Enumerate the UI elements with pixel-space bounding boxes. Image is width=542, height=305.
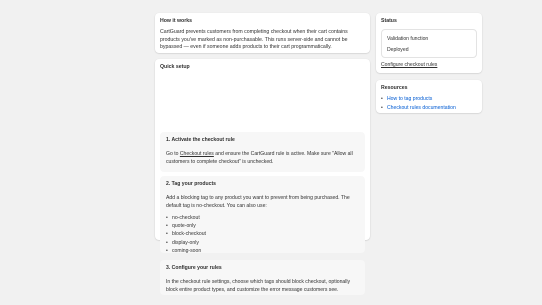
quick-setup-title: Quick setup xyxy=(160,64,190,70)
tag-list-item: coming-soon xyxy=(166,248,359,256)
status-box: Validation function Deployed xyxy=(381,29,477,59)
step-title: 2. Tag your products xyxy=(166,181,216,187)
step-text-before: Go to xyxy=(166,151,180,158)
how-it-works-title: How it works xyxy=(160,18,192,24)
setup-step-tag-products: 2. Tag your products Add a blocking tag … xyxy=(160,176,365,256)
step-title: 1. Activate the checkout rule xyxy=(166,137,235,143)
step-title: 3. Configure your rules xyxy=(166,265,222,271)
tag-list-item: no-checkout xyxy=(166,215,359,223)
step-body: Go to Checkout rules and ensure the Cart… xyxy=(166,151,359,166)
setup-step-activate: 1. Activate the checkout rule Go to Chec… xyxy=(160,132,365,172)
resources-list-item: Checkout rules documentation xyxy=(381,104,477,112)
resources-list-item: How to tag products xyxy=(381,95,477,103)
tag-list: no-checkout quote-only block-checkout di… xyxy=(166,215,359,257)
checkout-rules-docs-link[interactable]: Checkout rules documentation xyxy=(387,105,456,111)
tag-list-item: quote-only xyxy=(166,223,359,231)
checkout-rules-link[interactable]: Checkout rules xyxy=(180,151,214,157)
step-body: Add a blocking tag to any product you wa… xyxy=(166,195,350,209)
resources-list: How to tag products Checkout rules docum… xyxy=(381,95,477,111)
deployment-status: Deployed xyxy=(387,46,409,53)
status-card: Status Validation function Deployed Conf… xyxy=(376,13,482,73)
how-it-works-card: How it works CartGuard prevents customer… xyxy=(155,13,370,53)
setup-step-configure-rules: 3. Configure your rules In the checkout … xyxy=(160,260,365,295)
status-title: Status xyxy=(381,18,397,24)
how-to-tag-products-link[interactable]: How to tag products xyxy=(387,96,432,102)
configure-checkout-rules-link[interactable]: Configure checkout rules xyxy=(381,62,477,69)
resources-card: Resources How to tag products Checkout r… xyxy=(376,80,482,113)
step-body: In the checkout rule settings, choose wh… xyxy=(166,279,351,293)
quick-setup-card: Quick setup 1. Activate the checkout rul… xyxy=(155,59,370,295)
tag-list-item: display-only xyxy=(166,240,359,248)
how-it-works-body: CartGuard prevents customers from comple… xyxy=(160,29,348,51)
resources-title: Resources xyxy=(381,85,408,91)
tag-list-item: block-checkout xyxy=(166,231,359,239)
validation-function-label: Validation function xyxy=(387,36,429,43)
